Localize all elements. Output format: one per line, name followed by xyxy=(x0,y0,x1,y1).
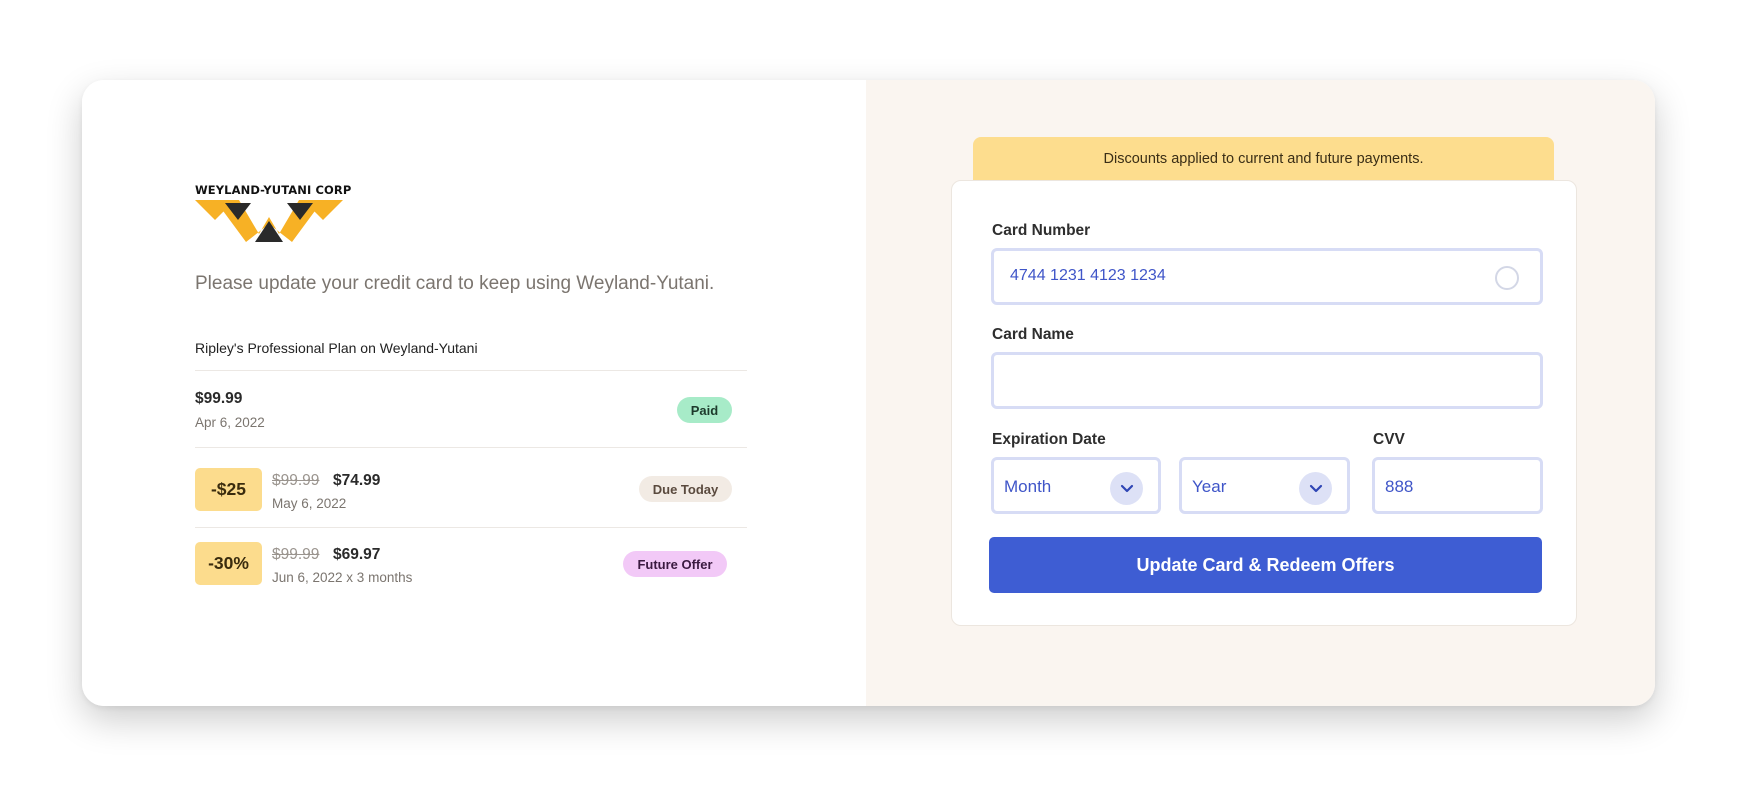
logo-text: WEYLAND-YUTANI CORP xyxy=(195,183,352,197)
original-price: $99.99 xyxy=(272,546,320,563)
page-tagline: Please update your credit card to keep u… xyxy=(195,273,715,294)
payment-form-panel: Discounts applied to current and future … xyxy=(866,80,1655,706)
cvv-value: 888 xyxy=(1385,477,1414,496)
logo-mark-icon xyxy=(195,200,343,242)
update-card-button[interactable]: Update Card & Redeem Offers xyxy=(989,537,1542,593)
expiration-date-label: Expiration Date xyxy=(992,431,1106,448)
radio-circle-icon[interactable] xyxy=(1495,266,1519,290)
month-select[interactable]: Month xyxy=(991,457,1161,514)
card-name-label: Card Name xyxy=(992,326,1074,343)
plan-title: Ripley's Professional Plan on Weyland-Yu… xyxy=(195,340,478,356)
original-price: $99.99 xyxy=(272,472,320,489)
chevron-down-icon xyxy=(1110,472,1143,505)
card-number-field[interactable]: 4744 1231 4123 1234 xyxy=(991,248,1543,305)
card-name-field[interactable] xyxy=(991,352,1543,409)
update-card-panel: WEYLAND-YUTANI CORP Please update your c… xyxy=(82,80,1655,706)
cvv-field[interactable]: 888 xyxy=(1372,457,1543,514)
payment-row: $99.99 Apr 6, 2022 Paid xyxy=(195,370,747,447)
year-select-value: Year xyxy=(1192,477,1227,496)
discount-tag: -$25 xyxy=(195,468,262,511)
chevron-down-icon xyxy=(1299,472,1332,505)
status-badge: Future Offer xyxy=(623,551,727,577)
card-number-value: 4744 1231 4123 1234 xyxy=(1010,267,1166,284)
payment-price: $69.97 xyxy=(333,546,381,563)
payment-price: $74.99 xyxy=(333,472,381,489)
payment-date: Jun 6, 2022 x 3 months xyxy=(272,570,413,585)
month-select-value: Month xyxy=(1004,477,1052,496)
payment-row: -$25 $99.99 $74.99 May 6, 2022 Due Today xyxy=(195,447,747,527)
cvv-label: CVV xyxy=(1373,431,1405,448)
payment-date: May 6, 2022 xyxy=(272,496,347,511)
year-select[interactable]: Year xyxy=(1179,457,1350,514)
discount-banner: Discounts applied to current and future … xyxy=(973,137,1554,181)
card-form: Card Number 4744 1231 4123 1234 Card Nam… xyxy=(951,180,1577,626)
payment-date: Apr 6, 2022 xyxy=(195,415,265,430)
status-badge: Paid xyxy=(677,397,732,423)
status-badge: Due Today xyxy=(639,476,732,502)
plan-summary-panel: WEYLAND-YUTANI CORP Please update your c… xyxy=(82,80,866,706)
company-logo: WEYLAND-YUTANI CORP xyxy=(195,183,352,242)
payment-row: -30% $99.99 $69.97 Jun 6, 2022 x 3 month… xyxy=(195,527,747,601)
payment-price: $99.99 xyxy=(195,390,243,407)
discount-tag: -30% xyxy=(195,542,262,585)
card-number-label: Card Number xyxy=(992,222,1091,239)
payment-list: $99.99 Apr 6, 2022 Paid -$25 $99.99 $74.… xyxy=(195,370,747,601)
